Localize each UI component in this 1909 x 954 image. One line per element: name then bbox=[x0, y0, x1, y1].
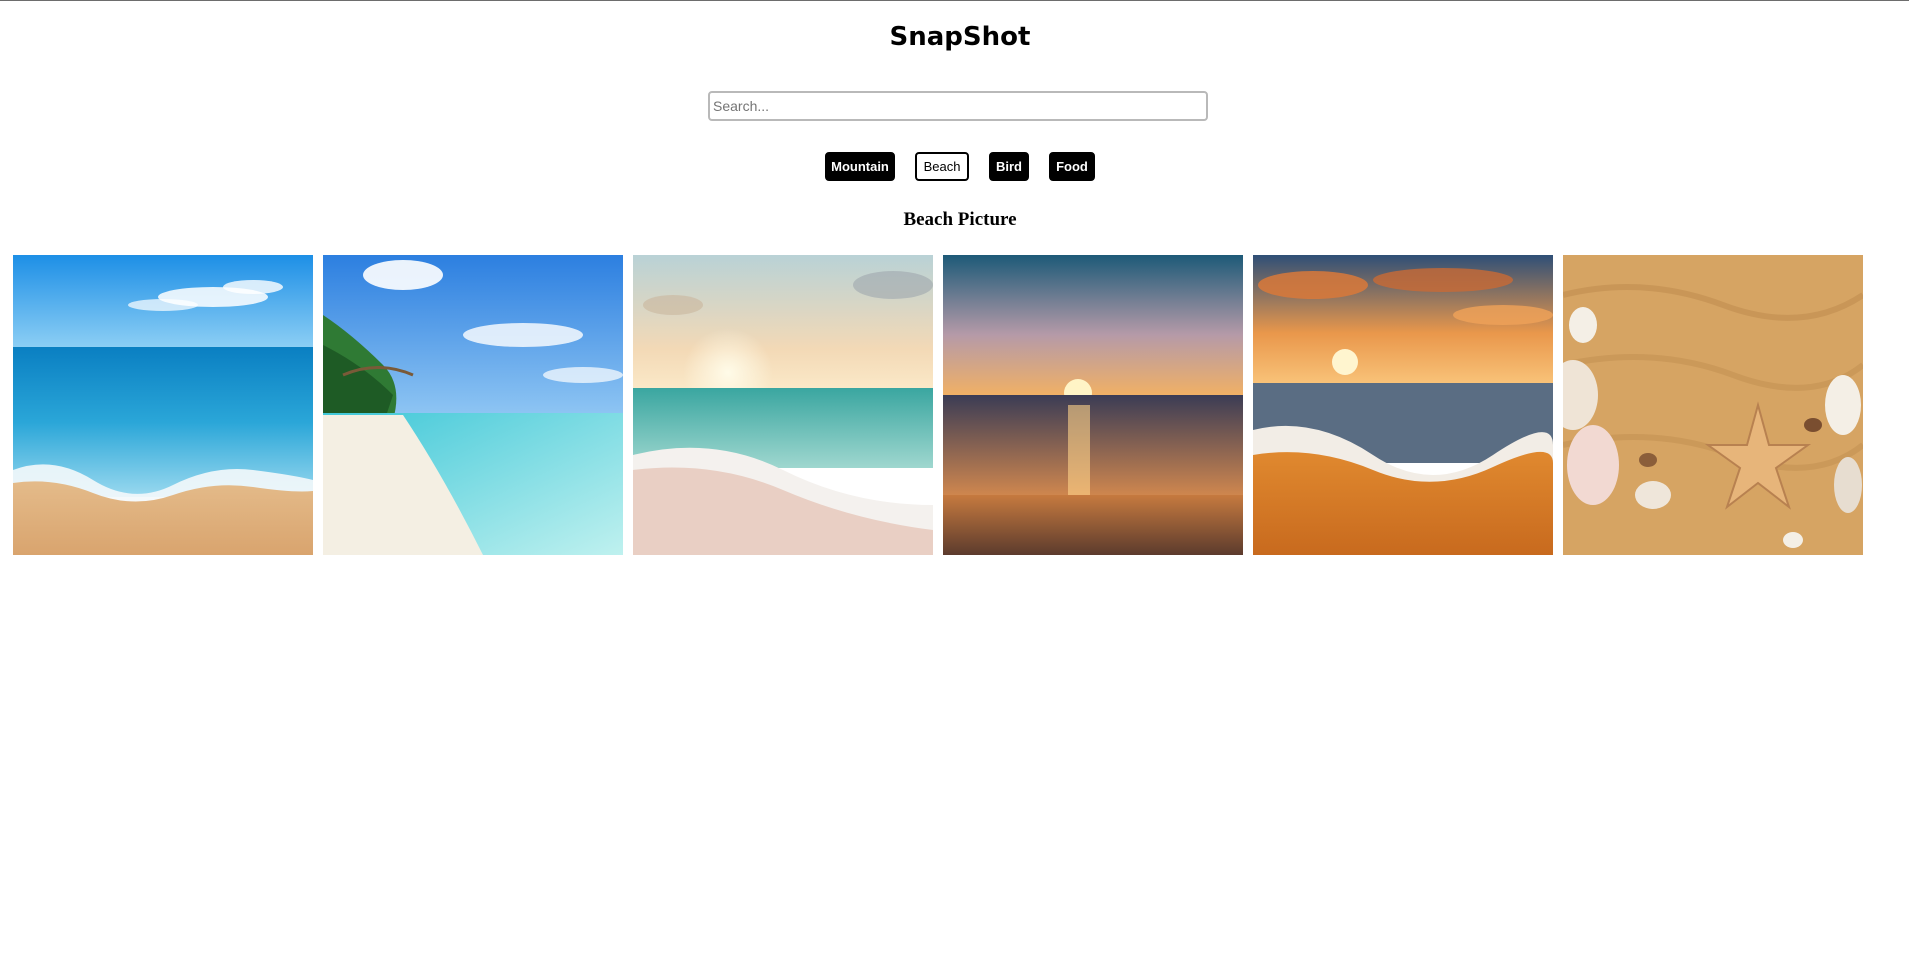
beach-image-seashells-starfish bbox=[1563, 255, 1863, 555]
beach-photo-4[interactable] bbox=[943, 255, 1243, 555]
beach-image-tropical-palm bbox=[323, 255, 623, 555]
app-title: SnapShot bbox=[889, 22, 1031, 52]
beach-photo-1[interactable] bbox=[13, 255, 313, 555]
beach-photo-6[interactable] bbox=[1563, 255, 1863, 555]
beach-image-pastel-sunrise bbox=[633, 255, 933, 555]
search-input[interactable] bbox=[708, 91, 1208, 121]
beach-image-sunset-sea bbox=[943, 255, 1243, 555]
filter-button-beach[interactable]: Beach bbox=[915, 152, 969, 181]
filter-button-mountain[interactable]: Mountain bbox=[825, 152, 895, 181]
beach-photo-3[interactable] bbox=[633, 255, 933, 555]
beach-photo-2[interactable] bbox=[323, 255, 623, 555]
top-divider bbox=[0, 0, 1909, 1]
gallery-heading: Beach Picture bbox=[903, 209, 1017, 230]
filter-button-bird[interactable]: Bird bbox=[989, 152, 1029, 181]
search-form bbox=[708, 91, 1208, 121]
filter-button-food[interactable]: Food bbox=[1049, 152, 1095, 181]
beach-image-orange-sunset bbox=[1253, 255, 1553, 555]
beach-image-turquoise-waves bbox=[13, 255, 313, 555]
beach-photo-5[interactable] bbox=[1253, 255, 1553, 555]
